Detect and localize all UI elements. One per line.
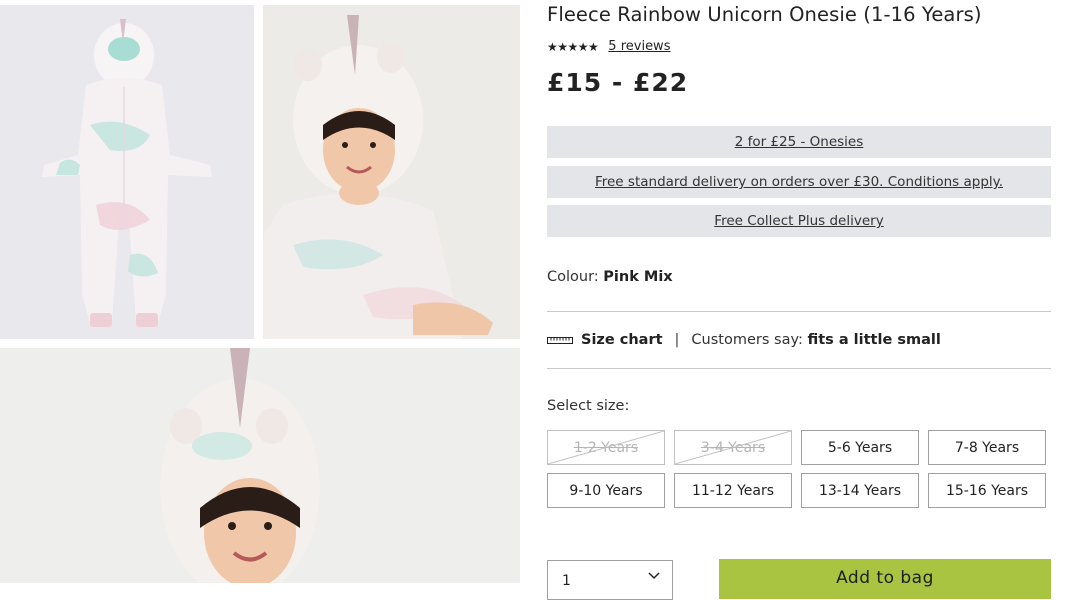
- select-size-label: Select size:: [547, 398, 630, 414]
- product-gallery: [0, 0, 520, 583]
- size-option-5-6[interactable]: 5-6 Years: [801, 430, 919, 465]
- product-rating: ★★★★★ 5 reviews: [547, 39, 670, 54]
- product-details: Fleece Rainbow Unicorn Onesie (1-16 Year…: [547, 0, 1051, 600]
- separator: |: [674, 332, 680, 348]
- promo-onesies-link[interactable]: 2 for £25 - Onesies: [547, 126, 1051, 158]
- size-option-13-14[interactable]: 13-14 Years: [801, 473, 919, 508]
- quantity-value: 1: [562, 573, 571, 589]
- reviews-link[interactable]: 5 reviews: [608, 39, 670, 54]
- product-image-closeup[interactable]: [0, 348, 520, 583]
- divider: [547, 368, 1051, 369]
- size-option-15-16[interactable]: 15-16 Years: [928, 473, 1046, 508]
- promo-collect-plus-link[interactable]: Free Collect Plus delivery: [547, 205, 1051, 237]
- product-image-model[interactable]: [263, 5, 520, 339]
- size-chart-link[interactable]: Size chart: [581, 332, 663, 348]
- size-option-9-10[interactable]: 9-10 Years: [547, 473, 665, 508]
- product-price: £15 - £22: [547, 68, 689, 97]
- customers-say-label: Customers say:: [691, 332, 803, 348]
- colour-info: Colour: Pink Mix: [547, 269, 673, 285]
- size-option-7-8[interactable]: 7-8 Years: [928, 430, 1046, 465]
- size-option-3-4[interactable]: 3-4 Years: [674, 430, 792, 465]
- colour-value: Pink Mix: [603, 269, 673, 285]
- product-image-flat[interactable]: [0, 5, 254, 339]
- unavailable-slash-icon: [548, 431, 664, 464]
- size-option-label: 9-10 Years: [569, 482, 643, 499]
- chevron-down-icon: [648, 572, 660, 580]
- fit-verdict: fits a little small: [807, 332, 941, 348]
- fit-info-row: Size chart | Customers say: fits a littl…: [547, 332, 941, 348]
- size-option-label: 13-14 Years: [818, 482, 902, 499]
- colour-label: Colour:: [547, 269, 599, 285]
- customers-say: Customers say: fits a little small: [691, 332, 940, 348]
- product-title: Fleece Rainbow Unicorn Onesie (1-16 Year…: [547, 3, 982, 26]
- size-option-11-12[interactable]: 11-12 Years: [674, 473, 792, 508]
- add-to-bag-button[interactable]: Add to bag: [719, 559, 1051, 599]
- divider: [547, 311, 1051, 312]
- size-option-label: 15-16 Years: [945, 482, 1029, 499]
- promo-free-delivery-link[interactable]: Free standard delivery on orders over £3…: [547, 166, 1051, 198]
- size-option-label: 5-6 Years: [827, 439, 893, 456]
- ruler-icon: [547, 337, 573, 344]
- size-option-label: 7-8 Years: [954, 439, 1020, 456]
- quantity-select[interactable]: 1: [547, 560, 673, 600]
- size-option-1-2[interactable]: 1-2 Years: [547, 430, 665, 465]
- size-option-label: 11-12 Years: [691, 482, 775, 499]
- unavailable-slash-icon: [675, 431, 791, 464]
- rating-stars: ★★★★★: [547, 39, 599, 54]
